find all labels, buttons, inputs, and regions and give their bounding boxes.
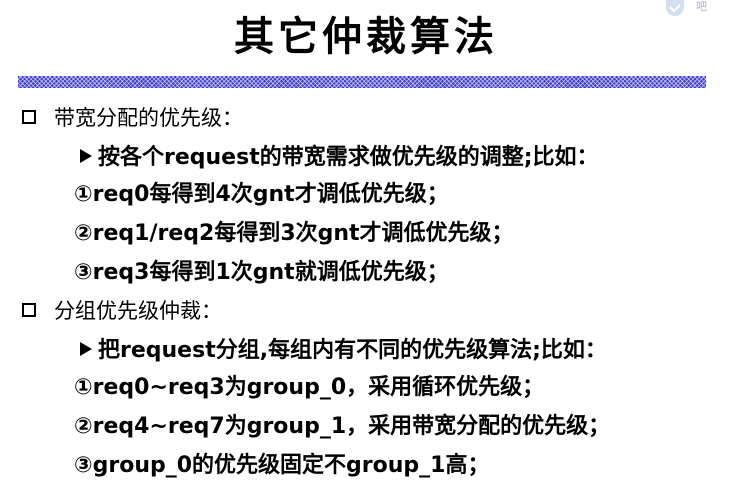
list-item: ③group_0的优先级固定不group_1高； — [74, 453, 490, 478]
list-item: ②req4~req7为group_1，采用带宽分配的优先级； — [74, 414, 611, 439]
title-divider — [18, 76, 706, 88]
list-item: ③req3每得到1次gnt就调低优先级； — [74, 260, 449, 285]
section-heading-text: 带宽分配的优先级： — [54, 106, 243, 130]
list-item: ①req0~req3为group_0，采用循环优先级； — [74, 375, 545, 400]
slide: 吧 其它仲裁算法 带宽分配的优先级： 按各个request的带宽需求做优先级的调… — [0, 0, 732, 494]
section-heading: 带宽分配的优先级： — [22, 101, 243, 135]
section-intro: 把request分组,每组内有不同的优先级算法;比如： — [80, 334, 607, 368]
section-intro: 按各个request的带宽需求做优先级的调整;比如： — [80, 141, 599, 175]
section-heading: 分组优先级仲裁： — [22, 294, 222, 328]
arrow-bullet-icon — [80, 342, 92, 356]
section-intro-text: 把request分组,每组内有不同的优先级算法;比如： — [98, 338, 607, 363]
section-heading-text: 分组优先级仲裁： — [54, 299, 222, 323]
checkbox-bullet-icon — [22, 110, 36, 124]
list-item: ①req0每得到4次gnt才调低优先级； — [74, 182, 449, 207]
list-item: ②req1/req2每得到3次gnt才调低优先级； — [74, 221, 514, 246]
section-intro-text: 按各个request的带宽需求做优先级的调整;比如： — [98, 145, 599, 170]
checkbox-bullet-icon — [22, 303, 36, 317]
slide-title: 其它仲裁算法 — [234, 14, 498, 60]
arrow-bullet-icon — [80, 149, 92, 163]
